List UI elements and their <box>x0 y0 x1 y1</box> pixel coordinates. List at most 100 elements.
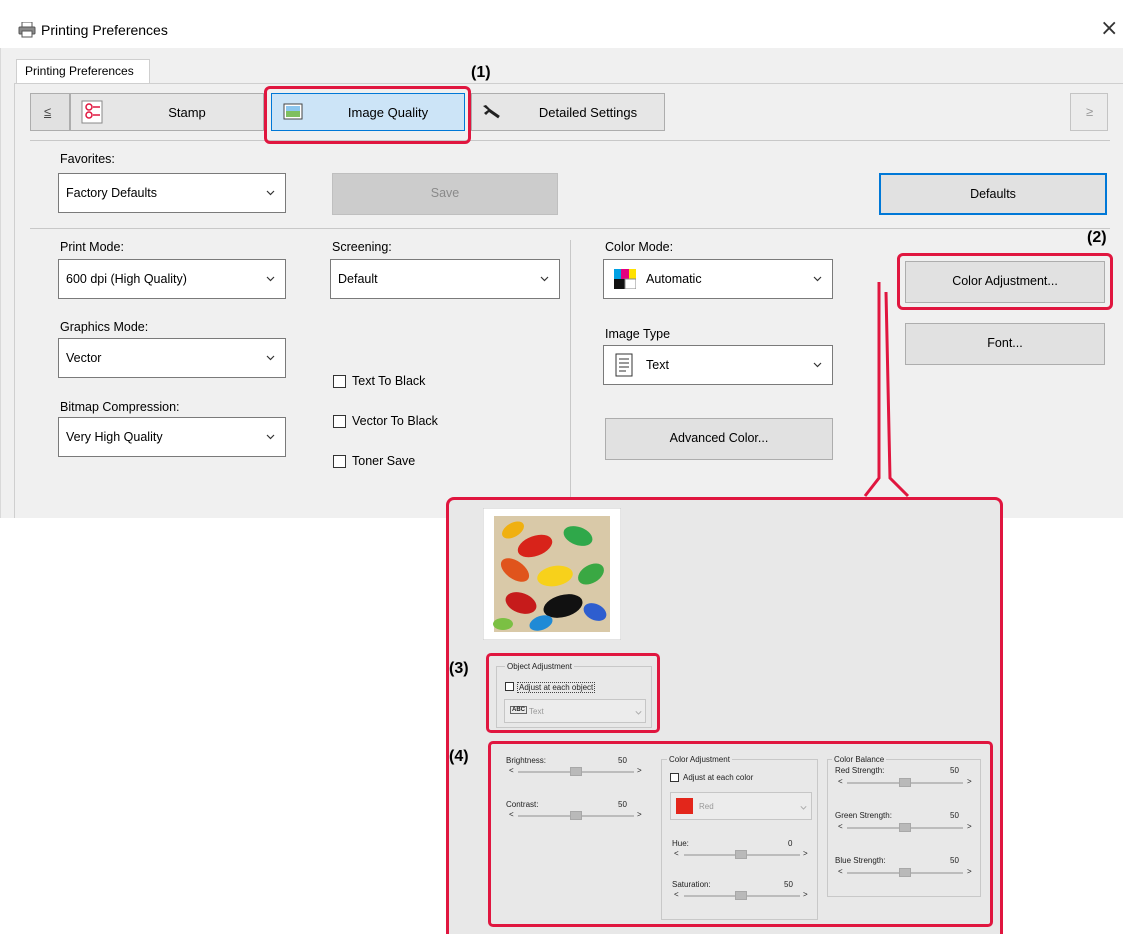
contrast-slider-thumb[interactable] <box>570 811 582 820</box>
color-mode-label: Color Mode: <box>605 240 674 254</box>
saturation-slider-thumb[interactable] <box>735 891 747 900</box>
green-strength-value: 50 <box>950 811 959 820</box>
tab-printing-preferences[interactable]: Printing Preferences <box>16 59 150 83</box>
hue-value: 0 <box>788 839 793 848</box>
blue-strength-slider-thumb[interactable] <box>899 868 911 877</box>
contrast-label: Contrast: <box>506 800 539 809</box>
chevron-down-icon <box>266 190 275 196</box>
chevron-down-icon <box>635 711 642 715</box>
printer-icon <box>18 22 36 38</box>
text-to-black-checkbox[interactable] <box>333 375 346 388</box>
red-strength-increase[interactable]: > <box>967 777 972 786</box>
save-button[interactable]: Save <box>332 173 558 215</box>
color-adjustment-group-title: Color Adjustment <box>667 755 732 764</box>
contrast-value: 50 <box>618 800 627 809</box>
print-mode-dropdown[interactable]: 600 dpi (High Quality) <box>58 259 286 299</box>
contrast-decrease[interactable]: < <box>509 810 514 819</box>
callout-4: (4) <box>449 748 469 765</box>
blue-strength-value: 50 <box>950 856 959 865</box>
advanced-color-button[interactable]: Advanced Color... <box>605 418 833 460</box>
jellybean-preview-image <box>483 508 621 640</box>
nav-next-label: ≥ <box>1086 104 1094 119</box>
red-strength-decrease[interactable]: < <box>838 777 843 786</box>
graphics-mode-value: Vector <box>66 351 102 365</box>
text-to-black-label: Text To Black <box>352 374 426 388</box>
vector-to-black-checkbox[interactable] <box>333 415 346 428</box>
brightness-increase[interactable]: > <box>637 766 642 775</box>
close-button[interactable]: × <box>1100 16 1118 41</box>
chevron-down-icon <box>266 434 275 440</box>
red-strength-label: Red Strength: <box>835 766 885 775</box>
color-select-dropdown[interactable]: Red <box>670 792 812 820</box>
toner-save-label: Toner Save <box>352 454 416 468</box>
screening-value: Default <box>338 272 378 286</box>
bitmap-compression-label: Bitmap Compression: <box>60 400 180 414</box>
brightness-value: 50 <box>618 756 627 765</box>
tab-detailed-settings[interactable]: Detailed Settings <box>471 93 665 131</box>
callout-3: (3) <box>449 660 469 677</box>
title-bar <box>0 0 1123 48</box>
blue-strength-decrease[interactable]: < <box>838 867 843 876</box>
red-strength-slider-thumb[interactable] <box>899 778 911 787</box>
chevron-down-icon <box>813 276 822 282</box>
screening-dropdown[interactable]: Default <box>330 259 560 299</box>
adjust-each-color-label: Adjust at each color <box>683 773 754 782</box>
blue-strength-increase[interactable]: > <box>967 867 972 876</box>
blue-strength-label: Blue Strength: <box>835 856 886 865</box>
red-color-swatch <box>676 798 693 814</box>
bitmap-compression-value: Very High Quality <box>66 430 163 444</box>
saturation-value: 50 <box>784 880 793 889</box>
red-strength-value: 50 <box>950 766 959 775</box>
hue-increase[interactable]: > <box>803 849 808 858</box>
print-mode-value: 600 dpi (High Quality) <box>66 272 187 286</box>
advanced-color-label: Advanced Color... <box>669 431 769 445</box>
bitmap-compression-dropdown[interactable]: Very High Quality <box>58 417 286 457</box>
favorites-value: Factory Defaults <box>66 186 158 200</box>
defaults-label: Defaults <box>970 187 1016 201</box>
contrast-increase[interactable]: > <box>637 810 642 819</box>
nav-prev-button[interactable]: ≤ <box>30 93 70 131</box>
adjust-each-object-checkbox[interactable] <box>505 682 514 691</box>
highlight-image-quality-tab <box>264 86 471 144</box>
favorites-label: Favorites: <box>60 152 115 166</box>
chevron-down-icon <box>813 362 822 368</box>
object-adjustment-title: Object Adjustment <box>505 662 574 671</box>
image-type-dropdown[interactable]: Text <box>603 345 833 385</box>
toner-save-checkbox[interactable] <box>333 455 346 468</box>
hue-label: Hue: <box>672 839 689 848</box>
hue-slider-thumb[interactable] <box>735 850 747 859</box>
defaults-button[interactable]: Defaults <box>879 173 1107 215</box>
favorites-dropdown[interactable]: Factory Defaults <box>58 173 286 213</box>
tab-stamp[interactable]: Stamp <box>70 93 264 131</box>
graphics-mode-dropdown[interactable]: Vector <box>58 338 286 378</box>
object-type-value: Text <box>529 707 544 716</box>
saturation-label: Saturation: <box>672 880 711 889</box>
object-type-dropdown[interactable]: ABC Text <box>504 699 646 723</box>
print-mode-label: Print Mode: <box>60 240 124 254</box>
callout-connector <box>863 282 910 498</box>
separator <box>30 140 1110 141</box>
adjust-each-object-label: Adjust at each object <box>517 682 596 693</box>
hue-decrease[interactable]: < <box>674 849 679 858</box>
nav-next-button[interactable]: ≥ <box>1070 93 1108 131</box>
green-strength-slider-thumb[interactable] <box>899 823 911 832</box>
green-strength-label: Green Strength: <box>835 811 892 820</box>
chevron-down-icon <box>800 806 807 810</box>
chevron-down-icon <box>266 355 275 361</box>
color-mode-dropdown[interactable]: Automatic <box>603 259 833 299</box>
green-strength-increase[interactable]: > <box>967 822 972 831</box>
separator <box>30 228 1110 229</box>
saturation-increase[interactable]: > <box>803 890 808 899</box>
color-mode-value: Automatic <box>646 272 702 286</box>
brightness-label: Brightness: <box>506 756 547 765</box>
text-document-icon <box>615 353 633 377</box>
separator <box>570 240 571 518</box>
callout-2: (2) <box>1087 229 1107 246</box>
color-balance-title: Color Balance <box>832 755 887 764</box>
font-label: Font... <box>987 336 1023 350</box>
brightness-slider-thumb[interactable] <box>570 767 582 776</box>
saturation-decrease[interactable]: < <box>674 890 679 899</box>
green-strength-decrease[interactable]: < <box>838 822 843 831</box>
brightness-decrease[interactable]: < <box>509 766 514 775</box>
adjust-each-color-checkbox[interactable] <box>670 773 679 782</box>
